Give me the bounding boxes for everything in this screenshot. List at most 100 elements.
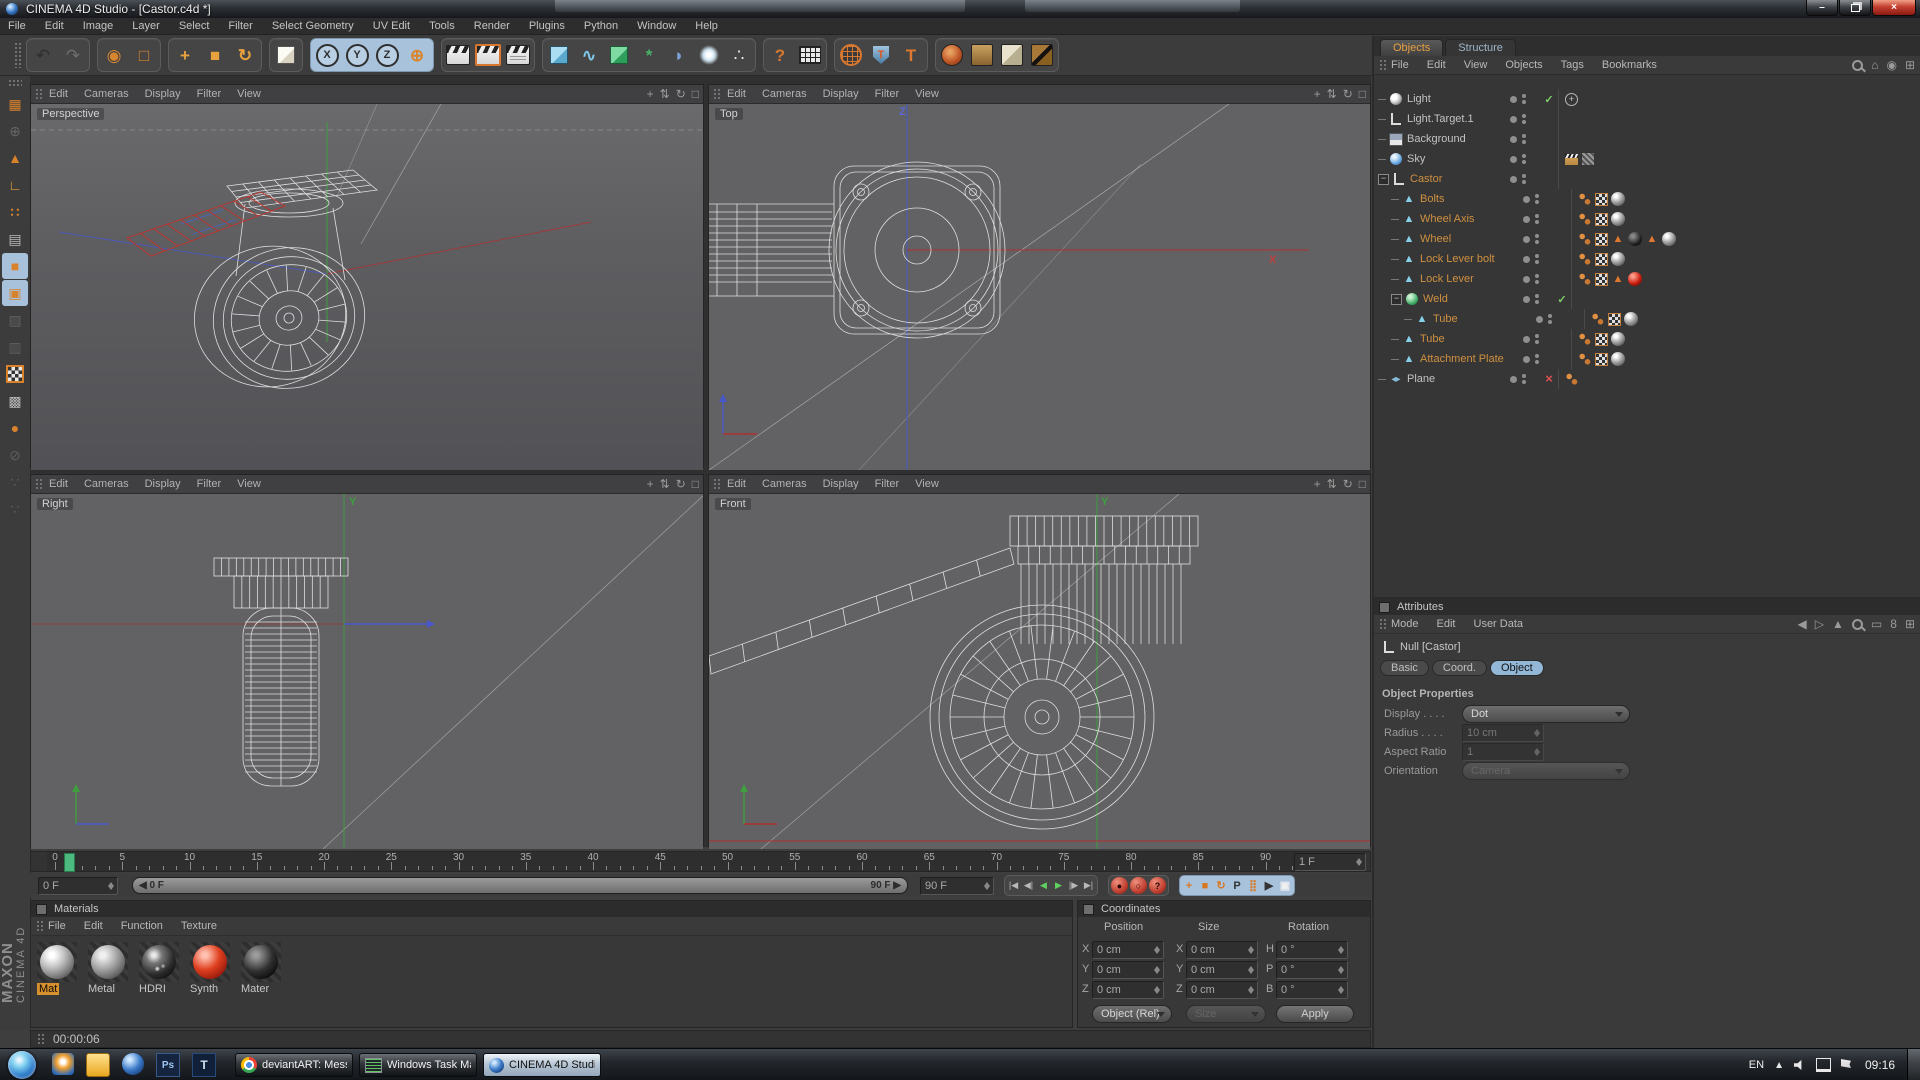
autokeying-button[interactable]: ○ (1130, 877, 1147, 894)
media-player-icon[interactable] (52, 1053, 74, 1075)
zoom-view-icon[interactable]: ⇅ (1327, 88, 1337, 100)
object-manager-grip[interactable] (1379, 59, 1387, 71)
polygons-mode-button[interactable]: ■ (2, 253, 28, 279)
menu-layer[interactable]: Layer (132, 20, 160, 32)
make-editable-button[interactable]: ▲ (2, 145, 28, 171)
tag-tri-icon[interactable]: ▲ (1611, 232, 1625, 246)
materials-menu-edit[interactable]: Edit (84, 920, 103, 932)
menu-plugins[interactable]: Plugins (529, 20, 565, 32)
add-cube-primitive-button[interactable] (544, 40, 574, 70)
attr-tab-basic[interactable]: Basic (1380, 660, 1429, 676)
texture-mode-button[interactable]: ▨ (2, 307, 28, 333)
render-visibility-dots[interactable] (1535, 274, 1539, 284)
editor-visibility-dot[interactable] (1510, 376, 1517, 383)
keyframe-selection-button[interactable]: ? (1149, 877, 1166, 894)
tree-row-wheel[interactable]: ▲Wheel▲▲ (1374, 229, 1920, 249)
material-metal[interactable]: Metal (88, 942, 132, 998)
play-backward-button[interactable]: ◀ (1036, 877, 1051, 894)
visibility-dots[interactable] (1510, 114, 1540, 124)
rectangle-selection-button[interactable]: □ (129, 40, 159, 70)
attributes-menu-grip[interactable] (1379, 618, 1387, 630)
photoshop-icon[interactable]: Ps (156, 1053, 180, 1077)
render-visibility-dots[interactable] (1535, 354, 1539, 364)
add-nurbs-button[interactable] (604, 40, 634, 70)
render-visibility-dots[interactable] (1535, 234, 1539, 244)
move-tool-button[interactable]: + (170, 40, 200, 70)
go-to-end-button[interactable]: ▶| (1081, 877, 1096, 894)
tag-uvw-icon[interactable] (1595, 253, 1608, 266)
pan-view-icon[interactable]: + (647, 478, 654, 490)
next-key-button[interactable]: |▶ (1066, 877, 1081, 894)
zoom-view-icon[interactable]: ⇅ (1327, 478, 1337, 490)
visibility-dots[interactable] (1523, 214, 1553, 224)
frame-step-field[interactable]: 1 F (1294, 853, 1366, 871)
render-visibility-dots[interactable] (1535, 254, 1539, 264)
record-keyframe-button[interactable]: ● (1111, 877, 1128, 894)
restore-button[interactable] (1839, 0, 1871, 16)
tree-row-light-target-1[interactable]: Light.Target.1 (1374, 109, 1920, 129)
c4d-orb-icon[interactable] (122, 1053, 144, 1075)
visibility-dots[interactable] (1536, 314, 1566, 324)
editor-visibility-dot[interactable] (1523, 196, 1530, 203)
uv-points-mode-button[interactable]: ▩ (2, 388, 28, 414)
undo-button[interactable]: ↶ (28, 40, 58, 70)
tag-mat-gray-icon[interactable] (1611, 192, 1625, 206)
tree-row-lock-lever-bolt[interactable]: ▲Lock Lever bolt (1374, 249, 1920, 269)
viewport-menu-edit[interactable]: Edit (727, 478, 746, 490)
menu-image[interactable]: Image (83, 20, 114, 32)
volume-icon[interactable] (1794, 1059, 1806, 1071)
texture-rock-button[interactable] (937, 40, 967, 70)
material-mater[interactable]: Mater (241, 942, 285, 998)
editor-visibility-dot[interactable] (1523, 276, 1530, 283)
editor-visibility-dot[interactable] (1536, 316, 1543, 323)
viewport-top-canvas[interactable]: Top Z X (709, 104, 1370, 470)
tab-objects[interactable]: Objects (1380, 39, 1443, 56)
key-scale-toggle[interactable]: ■ (1197, 877, 1213, 894)
viewport-menu-cameras[interactable]: Cameras (84, 88, 129, 100)
viewport-menu-filter[interactable]: Filter (197, 478, 221, 490)
tag-mat-black-icon[interactable] (1628, 232, 1642, 246)
tag-mat-gray-icon[interactable] (1662, 232, 1676, 246)
texture-cube-button[interactable] (997, 40, 1027, 70)
viewport-front-canvas[interactable]: Front Y (709, 494, 1370, 849)
viewport-menu-cameras[interactable]: Cameras (762, 88, 807, 100)
viewport-menu-view[interactable]: View (237, 478, 261, 490)
shield-text-tool-button[interactable]: T (866, 40, 896, 70)
lock-x-axis-button[interactable]: X (312, 40, 342, 70)
previous-key-button[interactable]: ◀| (1021, 877, 1036, 894)
viewport-menu-grip[interactable] (713, 478, 721, 490)
viewport-menu-display[interactable]: Display (145, 478, 181, 490)
up-icon[interactable]: ▲ (1832, 618, 1844, 630)
add-icon[interactable]: ⊞ (1905, 618, 1915, 630)
material-hdri[interactable]: HDRI (139, 942, 183, 998)
coordinate-mode-dropdown[interactable]: Object (Rel) (1092, 1005, 1172, 1023)
viewport-menu-edit[interactable]: Edit (49, 478, 68, 490)
render-visibility-dots[interactable] (1522, 154, 1526, 164)
render-visibility-dots[interactable] (1522, 94, 1526, 104)
tab-structure[interactable]: Structure (1445, 39, 1516, 56)
visibility-dots[interactable] (1523, 254, 1553, 264)
visibility-dots[interactable] (1510, 134, 1540, 144)
menu-select[interactable]: Select (179, 20, 210, 32)
explorer-icon[interactable] (86, 1053, 110, 1077)
expand-toggle[interactable]: − (1378, 174, 1389, 185)
menu-filter[interactable]: Filter (228, 20, 252, 32)
uv-polygons-mode-button[interactable] (2, 361, 28, 387)
coord-field-pos-y[interactable]: 0 cm (1092, 961, 1164, 979)
attr-orientation-dropdown[interactable]: Camera (1462, 762, 1630, 780)
render-visibility-dots[interactable] (1522, 374, 1526, 384)
tag-uvw-icon[interactable] (1595, 353, 1608, 366)
render-visibility-dots[interactable] (1535, 194, 1539, 204)
om-menu-file[interactable]: File (1391, 59, 1409, 71)
coord-field-rot-p[interactable]: 0 ° (1276, 961, 1348, 979)
home-icon[interactable]: ⌂ (1871, 59, 1878, 71)
coord-field-pos-x[interactable]: 0 cm (1092, 941, 1164, 959)
material-synth[interactable]: Synth (190, 942, 234, 998)
tree-row-wheel-axis[interactable]: ▲Wheel Axis (1374, 209, 1920, 229)
viewport-perspective[interactable]: EditCamerasDisplayFilterView+⇅↻□ Perspec… (30, 84, 704, 468)
background-window[interactable] (1025, 0, 1240, 12)
content-browser-button[interactable] (795, 40, 825, 70)
editor-visibility-dot[interactable] (1523, 236, 1530, 243)
visibility-dots[interactable] (1510, 374, 1540, 384)
tag-uvw-icon[interactable] (1595, 233, 1608, 246)
